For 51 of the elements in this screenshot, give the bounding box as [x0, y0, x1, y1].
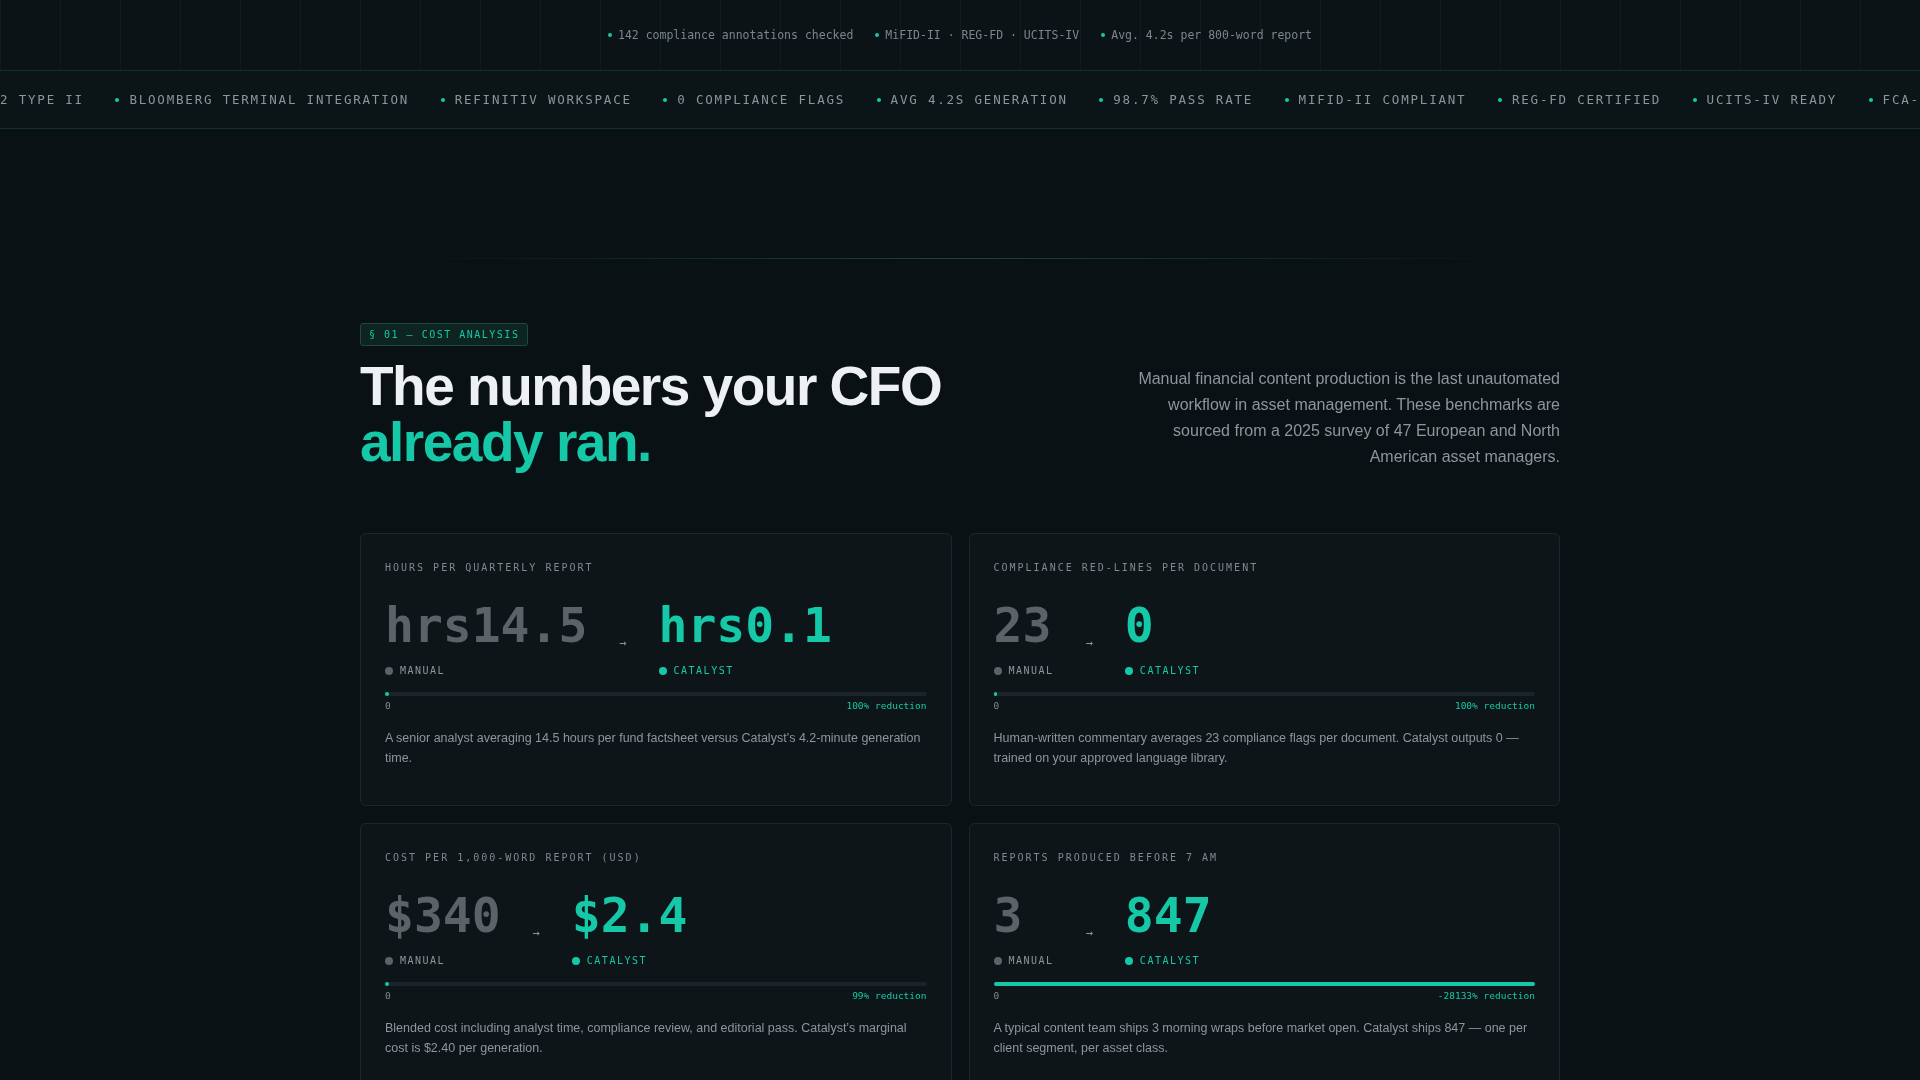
- metric-note: Human-written commentary averages 23 compliance flags per document. Catalyst outputs 0 — trained on your approved language library.: [993, 730, 1520, 767]
- catalyst-value: 847: [1124, 889, 1212, 941]
- manual-legend: MANUAL: [993, 665, 1054, 676]
- catalyst-legend: CATALYST: [1124, 955, 1212, 966]
- scale-start: 0: [385, 700, 391, 711]
- status-item: MiFID-II · REG-FD · UCITS-IV: [875, 28, 1080, 42]
- manual-legend: MANUAL: [385, 955, 501, 966]
- catalyst-legend: CATALYST: [658, 665, 832, 676]
- metric-note: A typical content team ships 3 morning wraps before market open. Catalyst ships 847 — one per client segment, per asset class.: [993, 1020, 1529, 1057]
- metric-note: A senior analyst averaging 14.5 hours per fund factsheet versus Catalyst’s 4.2-minute generation time.: [385, 730, 922, 767]
- ticker-item: 98.7% PASS RATE: [1099, 92, 1254, 107]
- manual-legend: MANUAL: [993, 955, 1054, 966]
- arrow-text: →: [1085, 636, 1093, 650]
- scale-start: 0: [993, 990, 1000, 1001]
- manual-value: hrs14.5: [385, 599, 588, 651]
- manual-value: 23: [993, 599, 1053, 651]
- metric-note: Blended cost including analyst time, compliance review, and editorial pass. Catalyst’s marginal cost is $2.40 per generation.: [385, 1020, 908, 1057]
- ticker-item: UCITS-IV READY: [1692, 92, 1838, 107]
- ticker-item: REG-FD CERTIFIED: [1497, 92, 1662, 107]
- catalyst-legend: CATALYST: [1124, 665, 1201, 676]
- scale-start: 0: [993, 700, 1000, 711]
- manual-value: 3: [993, 889, 1024, 941]
- intro-text: Manual financial content production is the last unautomated workflow in asset management. These benchmarks are sourced from a 2025 survey of 47 European and North American asset managers.: [1137, 369, 1560, 467]
- status-item: Avg. 4.2s per 800-word report: [1101, 28, 1313, 42]
- ticker-item: BLOOMBERG TERMINAL INTEGRATION: [115, 92, 410, 107]
- ticker-item: 0 COMPLIANCE FLAGS: [663, 92, 846, 107]
- catalyst-value: 0: [1124, 599, 1155, 651]
- scale-start: 0: [385, 990, 391, 1001]
- metric-label: COMPLIANCE RED-LINES PER DOCUMENT: [993, 562, 1260, 573]
- metric-label: COST PER 1,000-WORD REPORT (USD): [385, 852, 643, 863]
- ticker-item: 2 TYPE II: [0, 92, 84, 107]
- reduction-text: 100% reduction: [1454, 700, 1535, 711]
- arrow-text: →: [619, 636, 627, 650]
- catalyst-legend: CATALYST: [571, 955, 688, 966]
- reduction-text: -28133% reduction: [1437, 990, 1535, 1001]
- arrow-text: →: [532, 926, 540, 940]
- metric-label: REPORTS PRODUCED BEFORE 7 AM: [993, 852, 1220, 863]
- ticker-item: FCA-: [1868, 92, 1920, 107]
- ticker-item: REFINITIV WORKSPACE: [440, 92, 632, 107]
- manual-legend: MANUAL: [385, 665, 588, 676]
- ticker-item: AVG 4.2S GENERATION: [876, 92, 1068, 107]
- reduction-text: 99% reduction: [852, 990, 927, 1001]
- manual-value: $340: [385, 889, 501, 941]
- ticker-item: MIFID-II COMPLIANT: [1284, 92, 1467, 107]
- catalyst-value: hrs0.1: [658, 599, 832, 651]
- section-badge: § 01 — COST ANALYSIS: [360, 323, 529, 346]
- arrow-text: →: [1085, 926, 1093, 940]
- status-item: 142 compliance annotations checked: [607, 28, 854, 42]
- catalyst-value: $2.4: [571, 889, 688, 941]
- metric-label: HOURS PER QUARTERLY REPORT: [385, 562, 595, 573]
- reduction-text: 100% reduction: [846, 700, 927, 711]
